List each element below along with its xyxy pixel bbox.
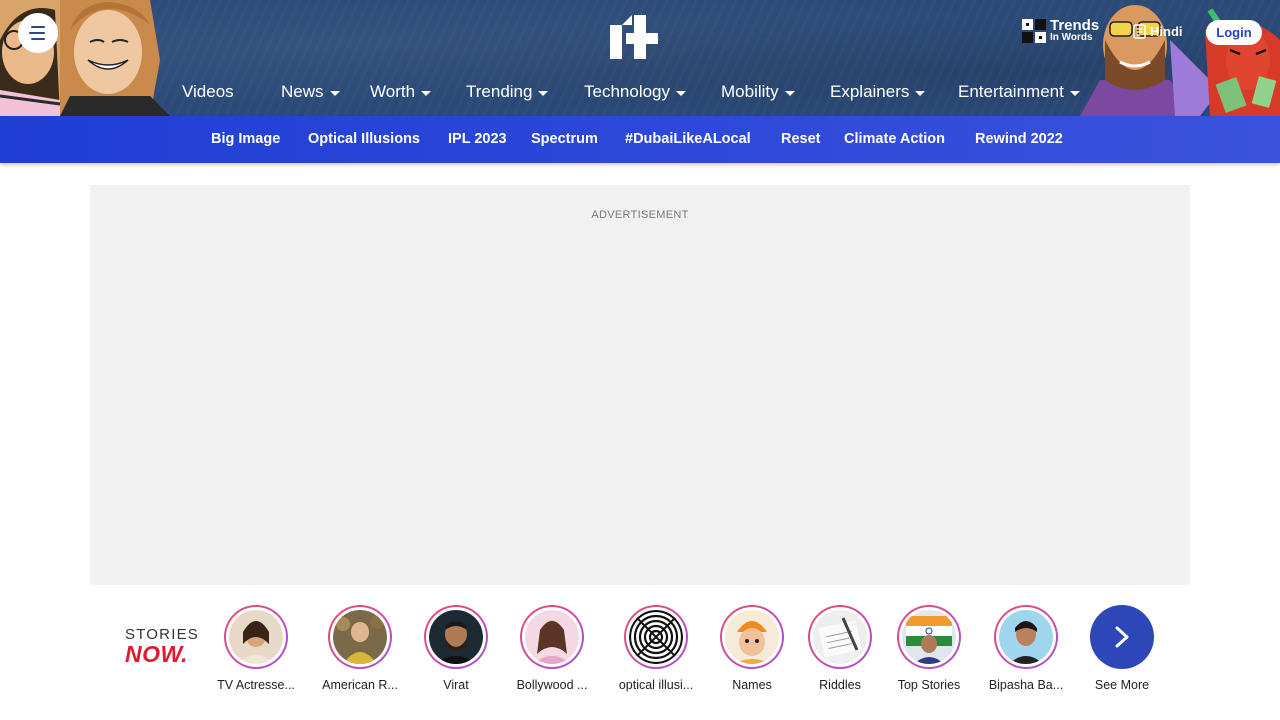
trends-line2: In Words bbox=[1050, 32, 1093, 43]
nav-worth[interactable]: Worth bbox=[370, 82, 432, 102]
chevron-down-icon bbox=[915, 90, 926, 96]
nav-news[interactable]: News bbox=[281, 82, 340, 102]
see-more-button[interactable] bbox=[1090, 605, 1154, 669]
story-thumbnail bbox=[902, 610, 956, 664]
trends-grid-icon bbox=[1022, 18, 1046, 43]
hindi-label: Hindi bbox=[1150, 24, 1183, 39]
site-logo-icon[interactable] bbox=[608, 11, 660, 61]
advertisement-label: ADVERTISEMENT bbox=[591, 209, 689, 221]
nav-mobility[interactable]: Mobility bbox=[721, 82, 795, 102]
nav-news-label: News bbox=[281, 82, 324, 101]
story-thumbnail bbox=[429, 610, 483, 664]
topic-big-image[interactable]: Big Image bbox=[211, 131, 280, 147]
story-thumbnail bbox=[525, 610, 579, 664]
topic-optical-illusions[interactable]: Optical Illusions bbox=[308, 131, 420, 147]
advertisement-slot: ADVERTISEMENT bbox=[90, 185, 1190, 585]
trends-in-words-link[interactable]: Trends In Words bbox=[1022, 18, 1099, 43]
topic-reset[interactable]: Reset bbox=[781, 131, 821, 147]
topic-dubai-like-a-local[interactable]: #DubaiLikeALocal bbox=[625, 131, 751, 147]
chevron-down-icon bbox=[421, 90, 432, 96]
story-label: optical illusi... bbox=[618, 678, 694, 692]
story-thumbnail bbox=[333, 610, 387, 664]
see-more-label[interactable]: See More bbox=[1077, 678, 1167, 692]
story-thumbnail bbox=[813, 610, 867, 664]
chevron-down-icon bbox=[676, 90, 687, 96]
story-label: TV Actresse... bbox=[217, 678, 295, 692]
story-label: Top Stories bbox=[897, 678, 961, 692]
story-item[interactable]: Bipasha Ba... bbox=[981, 605, 1071, 692]
chevron-down-icon bbox=[1069, 90, 1080, 96]
hamburger-menu-button[interactable] bbox=[18, 13, 58, 53]
topic-climate-action[interactable]: Climate Action bbox=[844, 131, 945, 147]
nav-trending-label: Trending bbox=[466, 82, 533, 101]
story-item[interactable]: Top Stories bbox=[884, 605, 974, 692]
story-label: Bollywood ... bbox=[516, 678, 588, 692]
story-item[interactable]: American R... bbox=[315, 605, 405, 692]
login-button[interactable]: Login bbox=[1206, 20, 1262, 45]
chevron-down-icon bbox=[784, 90, 795, 96]
nav-worth-label: Worth bbox=[370, 82, 416, 101]
story-item[interactable]: optical illusi... bbox=[611, 605, 701, 692]
nav-videos[interactable]: Videos bbox=[182, 82, 234, 102]
chevron-down-icon bbox=[329, 90, 340, 96]
story-label: Names bbox=[732, 678, 772, 692]
story-thumbnail bbox=[229, 610, 283, 664]
stories-logo-bottom: NOW. bbox=[125, 641, 188, 667]
nav-entertainment[interactable]: Entertainment bbox=[958, 82, 1080, 102]
story-item[interactable]: Virat bbox=[411, 605, 501, 692]
stories-now-logo[interactable]: STORIES NOW. bbox=[125, 626, 199, 668]
nav-technology-label: Technology bbox=[584, 82, 671, 101]
story-thumbnail bbox=[629, 610, 683, 664]
hindi-language-link[interactable]: Hindi bbox=[1133, 24, 1183, 39]
story-item[interactable]: TV Actresse... bbox=[211, 605, 301, 692]
nav-technology[interactable]: Technology bbox=[584, 82, 687, 102]
topic-ipl-2023[interactable]: IPL 2023 bbox=[448, 131, 507, 147]
story-label: Virat bbox=[443, 678, 469, 692]
story-item[interactable]: Names bbox=[707, 605, 797, 692]
story-thumbnail bbox=[999, 610, 1053, 664]
site-header: Trends In Words Hindi Login Videos News … bbox=[0, 0, 1280, 116]
story-item[interactable]: Bollywood ... bbox=[507, 605, 597, 692]
story-label: Bipasha Ba... bbox=[988, 678, 1064, 692]
nav-videos-label: Videos bbox=[182, 82, 234, 101]
story-item[interactable]: Riddles bbox=[795, 605, 885, 692]
trends-line1: Trends bbox=[1050, 17, 1100, 34]
nav-explainers[interactable]: Explainers bbox=[830, 82, 926, 102]
hamburger-icon bbox=[29, 26, 45, 40]
story-label: Riddles bbox=[819, 678, 861, 692]
main-nav: Videos News Worth Trending Technology Mo… bbox=[0, 82, 1280, 104]
chevron-right-icon bbox=[1115, 626, 1129, 648]
language-icon bbox=[1133, 24, 1146, 39]
topic-rewind-2022[interactable]: Rewind 2022 bbox=[975, 131, 1063, 147]
nav-entertainment-label: Entertainment bbox=[958, 82, 1064, 101]
nav-explainers-label: Explainers bbox=[830, 82, 910, 101]
nav-trending[interactable]: Trending bbox=[466, 82, 549, 102]
story-thumbnail bbox=[725, 610, 779, 664]
trends-text: Trends In Words bbox=[1050, 18, 1099, 43]
topic-spectrum[interactable]: Spectrum bbox=[531, 131, 598, 147]
chevron-down-icon bbox=[538, 90, 549, 96]
topics-bar: Big Image Optical Illusions IPL 2023 Spe… bbox=[0, 116, 1280, 163]
nav-mobility-label: Mobility bbox=[721, 82, 779, 101]
story-label: American R... bbox=[322, 678, 398, 692]
